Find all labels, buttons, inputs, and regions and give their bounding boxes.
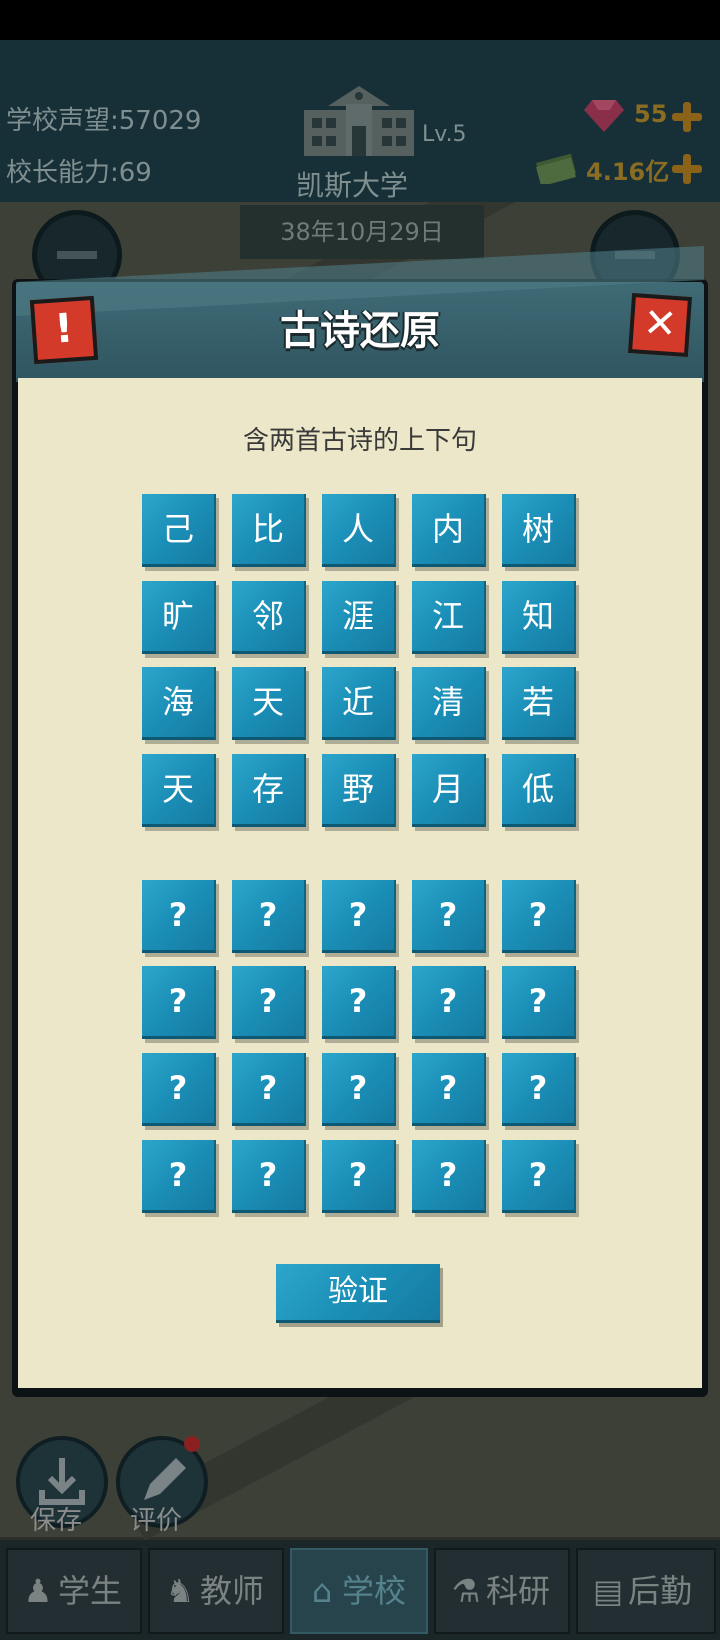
char-tile[interactable]: 江: [412, 581, 486, 654]
char-tile[interactable]: 知: [502, 581, 576, 654]
close-button[interactable]: ✕: [627, 292, 693, 358]
char-tile[interactable]: 比: [232, 494, 306, 567]
tab-logistics[interactable]: ▤ 后勤: [576, 1548, 716, 1634]
char-tile[interactable]: 清: [412, 667, 486, 740]
char-tile[interactable]: 若: [502, 667, 576, 740]
char-tile[interactable]: 人: [322, 494, 396, 567]
exclamation-icon: !: [53, 305, 75, 353]
char-tile[interactable]: 邻: [232, 581, 306, 654]
teacher-icon: ♞: [165, 1572, 195, 1610]
ability-value: 69: [118, 158, 152, 188]
ability-stat: 校长能力:69: [6, 152, 152, 189]
answer-slot[interactable]: ?: [142, 1140, 216, 1213]
answer-slot[interactable]: ?: [412, 1140, 486, 1213]
gem-count: 55: [634, 100, 668, 128]
money-count: 4.16亿: [586, 158, 670, 186]
tab-research[interactable]: ⚗ 科研: [434, 1548, 570, 1634]
tab-school[interactable]: ⌂ 学校: [290, 1548, 428, 1634]
school-building-icon[interactable]: [300, 84, 418, 158]
answer-slot[interactable]: ?: [232, 880, 306, 953]
student-icon: ♟: [23, 1572, 53, 1610]
char-tile[interactable]: 月: [412, 754, 486, 827]
status-bar: [0, 0, 720, 40]
answer-slot[interactable]: ?: [142, 966, 216, 1039]
answer-slot[interactable]: ?: [232, 966, 306, 1039]
clipboard-icon: ▤: [592, 1572, 624, 1610]
tab-students[interactable]: ♟ 学生: [6, 1548, 142, 1634]
char-tile[interactable]: 树: [502, 494, 576, 567]
answer-slot[interactable]: ?: [142, 880, 216, 953]
answer-slot[interactable]: ?: [412, 880, 486, 953]
char-tile[interactable]: 存: [232, 754, 306, 827]
school-icon: ⌂: [311, 1572, 333, 1610]
answer-slot[interactable]: ?: [502, 880, 576, 953]
tab-teachers[interactable]: ♞ 教师: [148, 1548, 284, 1634]
reputation-label: 学校声望:: [6, 106, 119, 136]
answer-slot[interactable]: ?: [322, 966, 396, 1039]
dialog-subtitle: 含两首古诗的上下句: [242, 426, 477, 456]
notification-dot: [184, 1436, 200, 1452]
save-label: 保存: [30, 1506, 83, 1536]
answer-slot[interactable]: ?: [142, 1053, 216, 1126]
answer-slot[interactable]: ?: [232, 1140, 306, 1213]
answer-slot[interactable]: ?: [412, 966, 486, 1039]
tab-logistics-label: 后勤: [628, 1572, 693, 1610]
flask-icon: ⚗: [451, 1572, 481, 1610]
add-money-plus-icon[interactable]: [672, 154, 702, 184]
tab-students-label: 学生: [58, 1572, 123, 1610]
school-level: Lv.5: [422, 122, 467, 147]
ability-label: 校长能力:: [6, 158, 119, 188]
answer-slot[interactable]: ?: [322, 1053, 396, 1126]
char-tile[interactable]: 旷: [142, 581, 216, 654]
char-tile[interactable]: 己: [142, 494, 216, 567]
game-date: 38年10月29日: [240, 205, 484, 259]
answer-slot[interactable]: ?: [502, 966, 576, 1039]
char-tile[interactable]: 内: [412, 494, 486, 567]
verify-button[interactable]: 验证: [276, 1264, 440, 1323]
school-name: 凯斯大学: [296, 169, 409, 202]
cash-icon: [536, 153, 576, 184]
char-tile[interactable]: 涯: [322, 581, 396, 654]
char-tile[interactable]: 低: [502, 754, 576, 827]
char-tile[interactable]: 天: [142, 754, 216, 827]
char-tile[interactable]: 海: [142, 667, 216, 740]
add-gems-plus-icon[interactable]: [672, 102, 702, 132]
answer-slot[interactable]: ?: [502, 1140, 576, 1213]
answer-slot[interactable]: ?: [322, 880, 396, 953]
tab-research-label: 科研: [486, 1572, 551, 1610]
hint-alert-button[interactable]: !: [29, 295, 99, 365]
answer-slot[interactable]: ?: [322, 1140, 396, 1213]
dialog-title: 古诗还原: [280, 308, 440, 354]
gem-icon: [584, 100, 624, 132]
tab-teachers-label: 教师: [200, 1572, 265, 1610]
answer-slot[interactable]: ?: [232, 1053, 306, 1126]
rate-label: 评价: [130, 1506, 183, 1536]
answer-slot[interactable]: ?: [502, 1053, 576, 1126]
answer-slot[interactable]: ?: [412, 1053, 486, 1126]
close-icon: ✕: [641, 299, 679, 349]
reputation-stat: 学校声望:57029: [6, 100, 201, 137]
char-tile[interactable]: 天: [232, 667, 306, 740]
tab-school-label: 学校: [342, 1572, 407, 1610]
reputation-value: 57029: [118, 106, 202, 136]
char-tile[interactable]: 野: [322, 754, 396, 827]
char-tile[interactable]: 近: [322, 667, 396, 740]
